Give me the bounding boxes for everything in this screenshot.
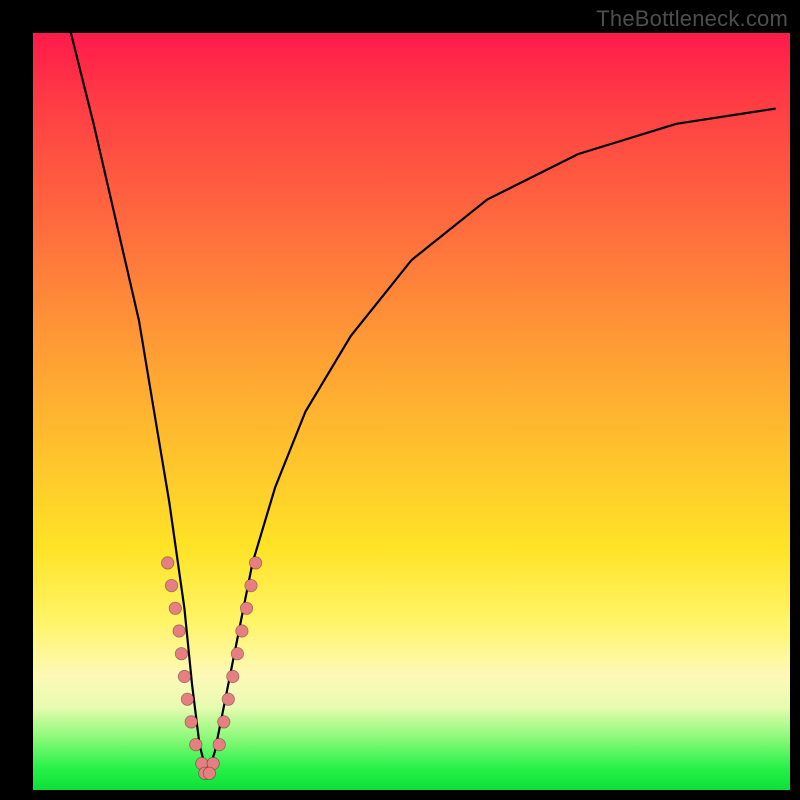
- curve-layer: [33, 33, 790, 790]
- data-bead: [173, 625, 185, 637]
- data-bead: [222, 693, 234, 705]
- data-bead: [240, 602, 252, 614]
- chart-stage: TheBottleneck.com: [0, 0, 800, 800]
- bead-group: [162, 557, 262, 780]
- data-bead: [169, 602, 181, 614]
- bottleneck-curve: [71, 33, 775, 775]
- data-bead: [190, 738, 202, 750]
- data-bead: [227, 670, 239, 682]
- data-bead: [213, 738, 225, 750]
- data-bead: [178, 670, 190, 682]
- data-bead: [185, 716, 197, 728]
- data-bead: [249, 557, 261, 569]
- data-bead: [175, 648, 187, 660]
- data-bead: [203, 767, 215, 779]
- data-bead: [181, 693, 193, 705]
- watermark-text: TheBottleneck.com: [596, 6, 788, 32]
- data-bead: [218, 716, 230, 728]
- data-bead: [162, 557, 174, 569]
- data-bead: [245, 579, 257, 591]
- data-bead: [165, 579, 177, 591]
- data-bead: [236, 625, 248, 637]
- data-bead: [231, 648, 243, 660]
- plot-area: [33, 33, 790, 790]
